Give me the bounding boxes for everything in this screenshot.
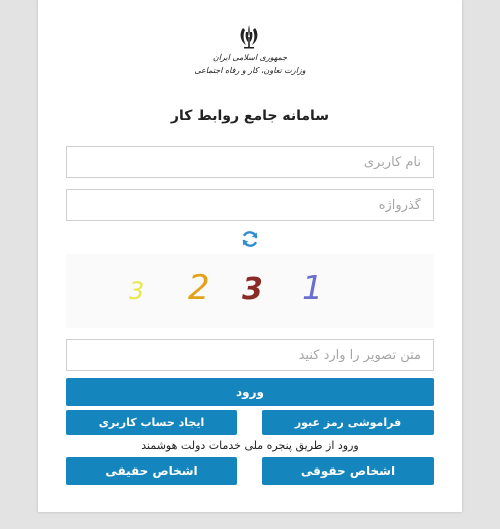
logo-text-line2: وزارت تعاون، کار و رفاه اجتماعی: [194, 66, 306, 75]
create-account-button[interactable]: ایجاد حساب کاربری: [66, 410, 237, 435]
logo-text-line1: جمهوری اسلامی ایران: [212, 53, 288, 62]
captcha-digit: 3: [242, 272, 263, 307]
forgot-password-button[interactable]: فراموشی رمز عبور: [262, 410, 434, 435]
username-input[interactable]: [66, 146, 434, 178]
natural-persons-button[interactable]: اشخاص حقیقی: [66, 457, 237, 485]
iran-emblem-logo: [240, 25, 258, 49]
captcha-digit: 2: [188, 268, 210, 308]
legal-persons-button[interactable]: اشخاص حقوقی: [262, 457, 434, 485]
smart-window-note: ورود از طریق پنجره ملی خدمات دولت هوشمند: [141, 439, 359, 452]
page-title: سامانه جامع روابط کار: [170, 108, 330, 124]
captcha-digit: 3: [129, 277, 144, 305]
captcha-digit: 1: [302, 268, 323, 307]
password-input[interactable]: [66, 189, 434, 221]
login-button[interactable]: ورود: [66, 378, 434, 406]
refresh-captcha-icon[interactable]: [240, 229, 260, 249]
captcha-input[interactable]: [66, 339, 434, 371]
captcha-image: 3 2 3 1: [66, 254, 434, 328]
